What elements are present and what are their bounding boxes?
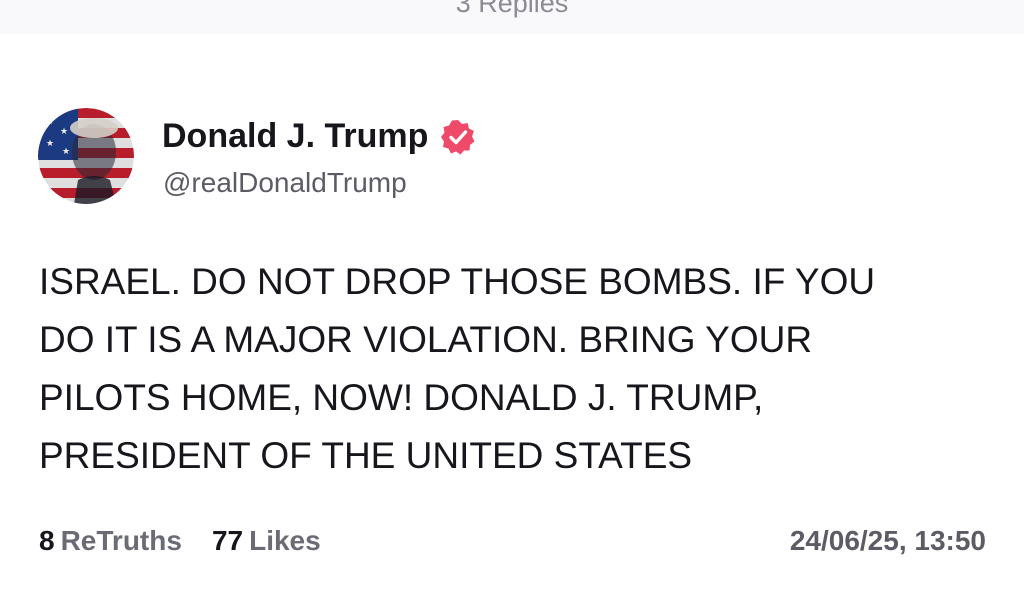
post-text-line: ISRAEL. DO NOT DROP THOSE BOMBS. IF YOU <box>39 261 876 302</box>
retruths-label: ReTruths <box>60 525 182 556</box>
retruths-count: 8 <box>39 525 55 556</box>
flag-portrait-avatar-icon: ★ ★ ★ ★ <box>38 108 134 204</box>
likes-label: Likes <box>249 525 321 556</box>
replies-bar: 3 Replies <box>0 0 1024 34</box>
author-name-text: Donald J. Trump <box>162 117 429 155</box>
replies-link[interactable]: 3 Replies <box>0 0 1024 19</box>
author-display-name[interactable]: Donald J. Trump <box>162 117 476 156</box>
author-handle[interactable]: @realDonaldTrump <box>163 167 407 199</box>
likes-count: 77 <box>211 525 244 556</box>
verified-badge-icon <box>440 119 476 155</box>
likes-stat[interactable]: 77 Likes <box>212 525 321 557</box>
post-text-line: PILOTS HOME, NOW! DONALD J. TRUMP, <box>39 377 764 418</box>
post-stats: 8 ReTruths 77 Likes <box>39 525 321 557</box>
post-text-line: DO IT IS A MAJOR VIOLATION. BRING YOUR <box>39 319 813 360</box>
post-timestamp: 24/06/25, 13:50 <box>789 525 986 556</box>
post-text: ISRAEL. DO NOT DROP THOSE BOMBS. IF YOU … <box>39 253 979 485</box>
post-detail-view: 3 Replies ★ ★ ★ ★ Donald J. Trump @realD… <box>0 0 1024 598</box>
retruths-stat[interactable]: 8 ReTruths <box>39 525 182 557</box>
post-text-line: PRESIDENT OF THE UNITED STATES <box>39 435 693 476</box>
avatar[interactable]: ★ ★ ★ ★ <box>38 108 134 204</box>
